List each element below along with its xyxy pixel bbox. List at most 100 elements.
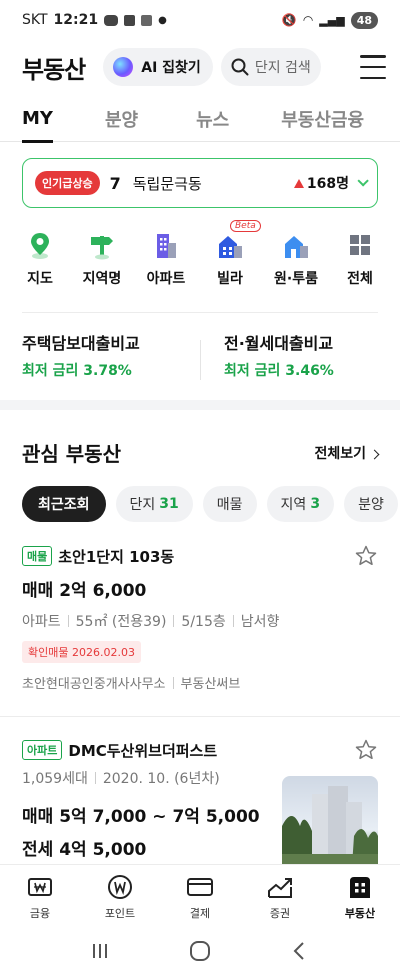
chip-count: 31 [159, 496, 179, 512]
listing-name: 초안1단지 103동 [58, 547, 175, 566]
nav-payment[interactable]: 결제 [160, 865, 240, 924]
ai-orb-icon [113, 57, 134, 77]
chip-label: 단지 [129, 497, 156, 513]
main-tabs: MY 분양 뉴스 부동산금융 [0, 96, 400, 143]
category-label: 아파트 [146, 271, 186, 287]
loan-rate: 최저 금리 3.46% [224, 363, 334, 379]
listing-price: 매매 2억 6,000 [22, 581, 147, 601]
divider [200, 340, 201, 380]
chevron-down-icon[interactable] [357, 175, 369, 187]
page-title: 부동산 [22, 55, 86, 84]
meta-built: 2020. 10. (6년차) [102, 771, 220, 787]
chip-region[interactable]: 지역 3 [266, 486, 335, 522]
category-region[interactable]: 지역명 [72, 224, 132, 288]
card-icon [187, 878, 213, 896]
complex-photo [282, 776, 378, 866]
loan-title: 주택담보대출비교 [22, 334, 140, 353]
nav-points[interactable]: 포인트 [80, 865, 160, 924]
dot-icon: ● [158, 14, 167, 26]
nav-finance[interactable]: 금융 [0, 865, 80, 924]
mortgage-compare-link[interactable]: 주택담보대출비교 최저 금리 3.78% [22, 330, 140, 380]
category-villa[interactable]: Beta 빌라 [200, 220, 261, 288]
system-nav-bar [0, 924, 400, 978]
category-shortcuts: 지도 지역명 아파트 Beta 빌라 원·투룸 전체 [0, 220, 400, 294]
mute-icon: 🔇 [281, 13, 297, 27]
search-icon [231, 58, 249, 76]
section-divider [0, 400, 400, 410]
trending-complex-banner[interactable]: 인기급상승 7 독립문극동 168명 [22, 158, 378, 208]
tab-my[interactable]: MY [22, 96, 53, 143]
chip-recent[interactable]: 최근조회 [22, 486, 106, 522]
nav-stocks[interactable]: 증권 [240, 865, 320, 924]
chip-label: 지역 [280, 497, 307, 513]
chip-presale[interactable]: 분양 [344, 486, 398, 522]
tab-finance[interactable]: 부동산금융 [281, 96, 364, 142]
search-placeholder: 단지 검색 [254, 60, 311, 76]
complex-search-button[interactable]: 단지 검색 [220, 48, 321, 86]
listing-meta: 아파트 55㎡ (전용39) 5/15층 남서향 [22, 611, 378, 631]
trending-rank: 7 [109, 173, 121, 193]
nav-realestate[interactable]: 부동산 [320, 865, 400, 924]
beta-badge: Beta [230, 220, 261, 232]
nav-label: 결제 [189, 907, 211, 920]
recent-apps-icon[interactable] [90, 941, 110, 961]
category-oneroom[interactable]: 원·투룸 [266, 224, 326, 288]
carrier-label: SKT [22, 12, 48, 28]
building-icon [350, 877, 370, 898]
tab-presale[interactable]: 분양 [105, 96, 138, 142]
see-all-link[interactable]: 전체보기 [314, 443, 380, 463]
up-arrow-icon [293, 178, 304, 188]
menu-icon[interactable] [360, 55, 386, 79]
category-apartment[interactable]: 아파트 [136, 224, 196, 288]
meta-area: 55㎡ (전용39) [75, 614, 167, 630]
category-label: 전체 [347, 271, 373, 287]
loan-title: 전·월세대출비교 [224, 334, 334, 353]
bottom-nav: 금융 포인트 결제 증권 부동산 [0, 864, 400, 924]
chip-listing[interactable]: 매물 [202, 486, 257, 522]
section-title: 관심 부동산 [22, 442, 121, 466]
meta-direction: 남서향 [240, 614, 280, 630]
house-icon [285, 236, 308, 258]
category-map[interactable]: 지도 [10, 224, 70, 288]
trending-name: 독립문극동 [132, 174, 202, 193]
see-all-label: 전체보기 [314, 445, 366, 462]
star-icon[interactable] [354, 544, 378, 568]
back-icon[interactable] [290, 941, 310, 961]
star-icon[interactable] [354, 738, 378, 762]
category-all[interactable]: 전체 [330, 224, 390, 288]
ai-find-label: AI 집찾기 [141, 60, 201, 76]
confirmed-listing-badge: 확인매물 2026.02.03 [22, 641, 141, 663]
meta-households: 1,059세대 [22, 771, 88, 787]
jeonse-loan-compare-link[interactable]: 전·월세대출비교 최저 금리 3.46% [224, 330, 334, 380]
signal-icon: ▂▄▆ [319, 13, 345, 27]
category-label: 지역명 [82, 271, 122, 287]
agent-office: 초안현대공인중개사사무소 [22, 677, 166, 692]
villa-icon [219, 236, 242, 258]
chip-label: 분양 [358, 497, 384, 513]
chip-label: 매물 [216, 497, 243, 513]
map-pin-icon [31, 233, 49, 259]
trending-count: 168명 [293, 173, 349, 193]
status-bar: SKT 12:21 ● 🔇 ◠ ▂▄▆ 48 [0, 0, 400, 40]
home-icon[interactable] [189, 940, 211, 962]
ai-find-button[interactable]: AI 집찾기 [103, 48, 213, 86]
meta-type: 아파트 [22, 614, 61, 630]
chevron-right-icon [369, 449, 380, 459]
listing-agent: 초안현대공인중개사사무소 부동산써브 [22, 673, 378, 692]
talk-icon [104, 14, 119, 26]
chip-label: 최근조회 [38, 497, 90, 513]
listing-type-tag: 매물 [22, 546, 53, 566]
agent-source: 부동산써브 [180, 677, 241, 692]
list-item[interactable]: 매물 초안1단지 103동 매매 2억 6,000 아파트 55㎡ (전용39)… [22, 544, 378, 692]
meta-floor: 5/15층 [181, 614, 226, 630]
building-photo-icon [282, 786, 378, 866]
tab-news[interactable]: 뉴스 [196, 96, 229, 142]
app-header: 부동산 AI 집찾기 단지 검색 [0, 44, 400, 90]
won-coin-icon [108, 875, 132, 899]
listing-name: DMC두산위브더퍼스트 [68, 741, 218, 760]
nav-label: 포인트 [104, 907, 136, 920]
app-icon [124, 14, 136, 26]
chip-complex[interactable]: 단지 31 [115, 486, 193, 522]
grid-icon [350, 235, 370, 255]
screen-icon [141, 14, 153, 26]
